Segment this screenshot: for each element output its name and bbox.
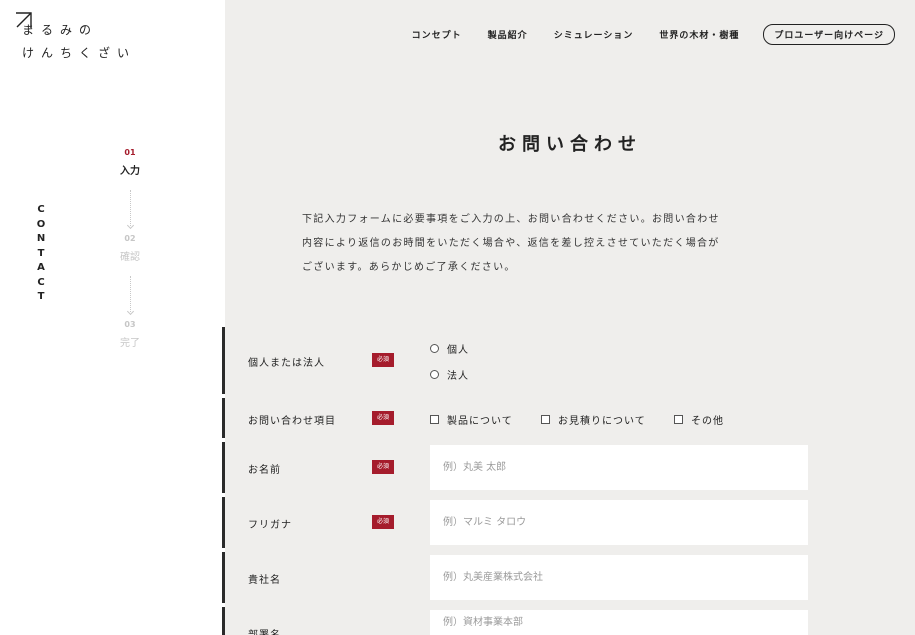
required-badge: 必須 [372,353,394,367]
checkbox-icon[interactable] [674,415,683,424]
checkbox-estimate[interactable]: お見積りについて [541,412,646,427]
field-label: お名前 [248,465,281,476]
intro-text: 下記入力フォームに必要事項をご入力の上、お問い合わせください。お問い合わせ 内容… [302,208,732,280]
step-input: 01 入力 [100,148,160,180]
radio-individual[interactable]: 個人 [430,341,469,356]
step-number: 03 [124,320,136,329]
kana-input[interactable] [430,500,808,545]
intro-line: 内容により返信のお時間をいただく場合や、返信を差し控えさせていただく場合が [302,238,720,249]
checkbox-icon[interactable] [541,415,550,424]
step-label: 確認 [120,252,140,263]
contact-letter: C [37,204,45,215]
vertical-contact-label: C O N T A C T [34,203,48,305]
required-badge: 必須 [372,515,394,529]
checkbox-label: お見積りについて [558,416,646,427]
step-number: 01 [124,148,136,157]
form-row-company: 貴社名 [222,552,915,603]
department-input[interactable] [430,610,808,635]
radio-corporation[interactable]: 法人 [430,367,469,382]
contact-letter: O [36,218,46,230]
nav-link-concept[interactable]: コンセプト [412,28,462,41]
contact-letter: T [37,291,45,302]
intro-line: ございます。あらかじめご了承ください。 [302,262,516,273]
step-complete: 03 完了 [100,320,160,352]
page-title: お問い合わせ [498,134,642,155]
checkbox-icon[interactable] [430,415,439,424]
step-confirm: 02 確認 [100,234,160,266]
company-input[interactable] [430,555,808,600]
radio-label: 個人 [447,345,469,356]
logo-text-line1: まるみの [22,23,99,37]
field-label: 貴社名 [248,575,281,586]
required-badge: 必須 [372,411,394,425]
radio-circle-icon[interactable] [430,370,439,379]
checkbox-products[interactable]: 製品について [430,412,513,427]
checkbox-label: その他 [691,416,724,427]
main-content: コンセプト 製品紹介 シミュレーション 世界の木材・樹種 プロユーザー向けページ… [222,0,915,635]
nav-link-wood-species[interactable]: 世界の木材・樹種 [659,28,739,41]
field-label: お問い合わせ項目 [248,416,336,427]
nav-link-simulation[interactable]: シミュレーション [554,28,634,41]
global-nav: コンセプト 製品紹介 シミュレーション 世界の木材・樹種 プロユーザー向けページ [412,24,895,45]
name-input[interactable] [430,445,808,490]
form-row-type: 個人または法人 必須 個人 法人 [222,327,915,394]
step-arrow-down-icon [129,190,131,226]
contact-letter: C [37,276,45,288]
form-row-name: お名前 必須 [222,442,915,493]
radio-label: 法人 [447,371,469,382]
required-badge: 必須 [372,460,394,474]
field-label: 個人または法人 [248,358,325,369]
field-label: フリガナ [248,520,292,531]
radio-circle-icon[interactable] [430,344,439,353]
nav-link-products[interactable]: 製品紹介 [488,28,528,41]
form-row-kana: フリガナ 必須 [222,497,915,548]
contact-letter: A [37,262,45,273]
field-label: 部署名 [248,626,281,635]
checkbox-other[interactable]: その他 [674,412,724,427]
contact-letter: T [37,247,45,259]
intro-line: 下記入力フォームに必要事項をご入力の上、お問い合わせください。お問い合わせ [302,214,720,225]
step-label: 完了 [120,338,140,349]
step-number: 02 [124,234,136,243]
checkbox-label: 製品について [447,416,513,427]
step-arrow-down-icon [129,276,131,312]
form-row-department: 部署名 [222,607,915,635]
form-row-inquiry: お問い合わせ項目 必須 製品について お見積りについて その他 [222,398,915,438]
step-indicator: 01 入力 02 確認 03 完了 [100,148,160,352]
pro-user-page-button[interactable]: プロユーザー向けページ [763,24,895,45]
contact-letter: N [36,233,46,244]
sidebar: まるみの けんちくざい C O N T A C T 01 入力 02 確認 03… [0,0,225,635]
logo-text-line2: けんちくざい [22,46,137,60]
step-label: 入力 [120,166,140,177]
